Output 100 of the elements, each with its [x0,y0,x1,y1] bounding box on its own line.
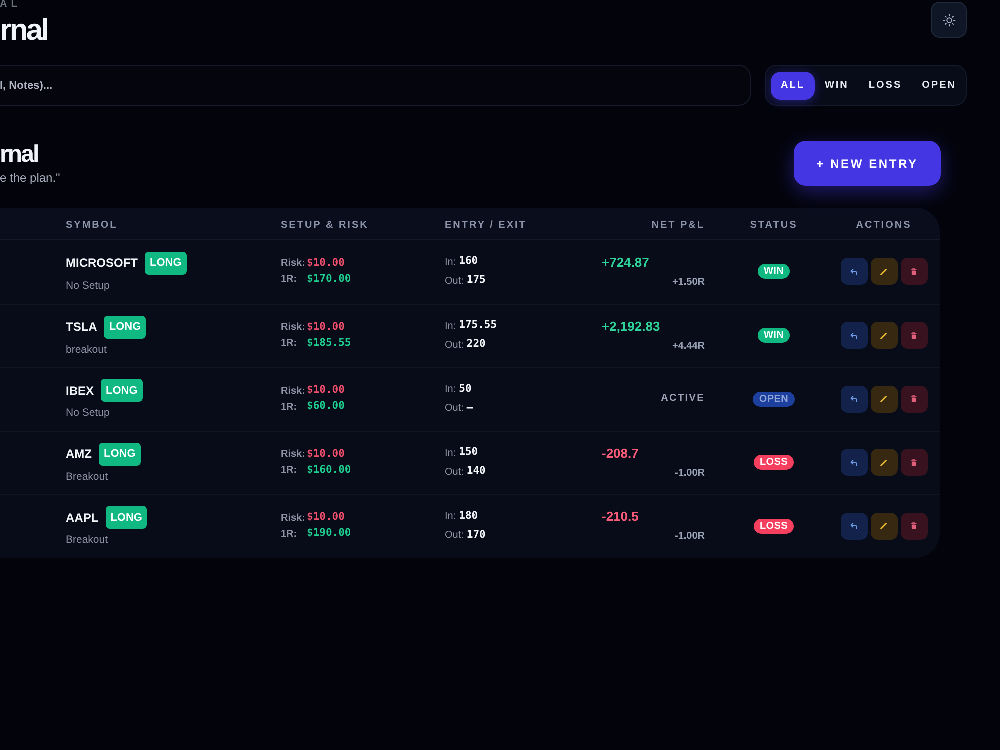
ticker-symbol: MICROSOFT [66,255,138,272]
trash-icon [910,332,918,340]
ticker-symbol: AMZ [66,446,92,464]
column-header: NET P&L [652,220,705,230]
direction-badge: LONG [101,379,143,402]
entry-price: 160 [459,254,478,270]
risk-label: Risk: [281,257,306,272]
entry-label: In: [445,383,456,398]
pnl-amount: +2,192.83 [602,318,660,335]
entry-price: 50 [459,382,472,397]
one-r-label: 1R: [281,400,298,415]
sun-icon [942,14,956,26]
ticker-symbol: AAPL [66,510,99,527]
section-subtitle: e the plan." [0,171,60,185]
status-badge: WIN [758,264,790,280]
column-header: SYMBOL [66,220,118,230]
entry-label: In: [445,320,456,334]
new-entry-button[interactable]: + NEW ENTRY [794,141,941,186]
trash-icon [910,395,918,404]
entry-label: In: [445,446,456,461]
filter-tab[interactable]: OPEN [912,72,966,100]
direction-badge: LONG [99,442,141,466]
undo-button[interactable] [840,449,868,476]
one-r-amount: $160.00 [307,462,352,478]
one-r-amount: $60.00 [307,399,345,414]
one-r-amount: $190.00 [307,526,352,542]
direction-badge: LONG [106,506,148,530]
r-multiple: -1.00R [674,531,705,544]
exit-price: 175 [466,273,486,288]
delete-button[interactable] [900,322,928,350]
pnl-amount: -210.5 [602,509,639,526]
direction-badge: LONG [104,316,146,339]
pencil-icon [880,395,888,404]
filter-tab[interactable]: WIN [814,72,859,100]
exit-price: 220 [466,337,486,352]
undo-button[interactable] [840,322,868,350]
search-field[interactable]: l, Notes)... [0,65,751,106]
status-badge: WIN [758,328,790,344]
entry-price: 175.55 [459,318,498,334]
column-header: ENTRY / EXIT [445,220,527,230]
direction-badge: LONG [145,252,187,275]
ticker-symbol: TSLA [66,319,98,336]
pencil-icon [880,458,888,467]
trash-icon [910,458,918,467]
ticker-symbol: IBEX [66,382,94,400]
status-text: ACTIVE [661,393,705,406]
status-badge: LOSS [754,518,794,534]
risk-amount: $10.00 [307,383,345,398]
curved-arrow-icon [850,458,858,467]
delete-button[interactable] [900,258,928,286]
delete-button[interactable] [900,512,928,540]
one-r-amount: $170.00 [307,272,352,287]
eyebrow-label: AL [0,0,22,10]
undo-button[interactable] [840,386,868,413]
curved-arrow-icon [850,332,858,340]
one-r-label: 1R: [281,464,298,478]
filter-tab[interactable]: LOSS [858,72,912,100]
exit-price: 170 [466,528,486,543]
undo-button[interactable] [840,512,868,540]
risk-amount: $10.00 [307,510,345,526]
page-title: rnal [0,16,48,46]
setup-name: Breakout [66,534,108,546]
r-multiple: +1.50R [672,276,705,289]
setup-name: breakout [66,344,107,356]
delete-button[interactable] [900,449,928,476]
section-title: rnal [0,141,38,169]
delete-button[interactable] [900,386,928,413]
entry-label: In: [445,256,456,270]
entry-price: 180 [459,508,478,524]
exit-price: – [466,400,474,416]
pencil-icon [880,332,888,340]
theme-toggle-button[interactable] [931,2,967,38]
pnl-amount: -208.7 [602,446,639,462]
exit-label: Out: [445,466,464,480]
setup-name: No Setup [66,280,110,292]
entry-price: 150 [459,445,478,460]
column-header: ACTIONS [856,220,912,230]
risk-label: Risk: [281,512,306,526]
column-header: SETUP & RISK [281,220,369,230]
pnl-amount: +724.87 [602,254,650,271]
trash-icon [910,522,918,530]
pencil-icon [880,522,888,530]
filter-tab[interactable]: ALL [771,72,815,100]
setup-name: No Setup [66,407,110,420]
one-r-label: 1R: [281,273,298,288]
one-r-label: 1R: [281,528,298,542]
r-multiple: +4.44R [672,340,705,353]
risk-label: Risk: [281,321,306,336]
risk-amount: $10.00 [307,256,345,271]
status-badge: LOSS [754,455,794,470]
risk-label: Risk: [281,448,306,462]
one-r-label: 1R: [281,337,298,352]
undo-button[interactable] [840,258,868,286]
risk-amount: $10.00 [307,446,345,462]
exit-label: Out: [445,338,464,353]
setup-name: Breakout [66,470,108,483]
pencil-icon [880,268,888,276]
risk-label: Risk: [281,384,306,399]
exit-label: Out: [445,402,464,416]
entry-label: In: [445,510,456,524]
